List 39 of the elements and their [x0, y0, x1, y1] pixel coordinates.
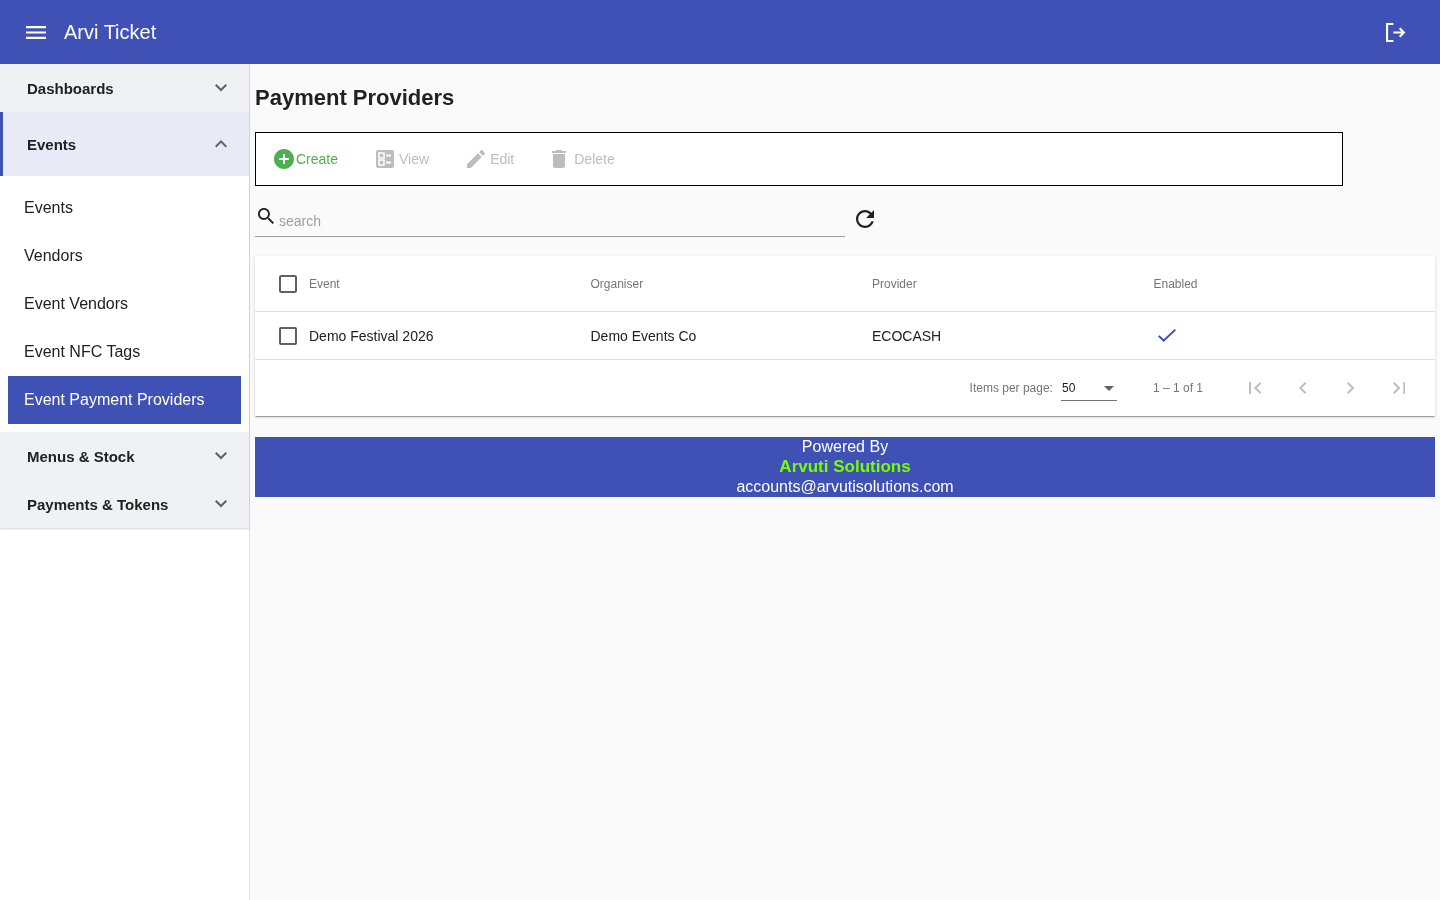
chevron-up-icon — [215, 140, 227, 148]
chevron-down-icon — [215, 500, 227, 508]
sidebar-item[interactable]: Vendors — [8, 232, 241, 280]
email-text: accounts@arvutisolutions.com — [736, 477, 954, 497]
chevron-down-icon — [215, 84, 227, 92]
table-cell: ECOCASH — [872, 327, 942, 344]
sidebar-group-header[interactable]: Menus & Stock — [0, 432, 249, 480]
sidebar-group-header[interactable]: Payments & Tokens — [0, 480, 249, 528]
items-per-page-label: Items per page: — [969, 381, 1053, 395]
company-name: Arvuti Solutions — [779, 457, 911, 477]
logout-icon[interactable] — [1386, 22, 1406, 42]
page-title: Payment Providers — [255, 84, 455, 112]
trash-icon — [552, 150, 567, 168]
refresh-icon[interactable] — [856, 209, 874, 228]
sidebar-item[interactable]: Events — [8, 184, 241, 232]
column-header[interactable]: Enabled — [1153, 276, 1198, 291]
chevron-down-icon — [215, 452, 227, 460]
list-view-icon — [376, 150, 395, 168]
table-cell: Demo Festival 2026 — [309, 327, 434, 344]
sidebar-item[interactable]: Event Vendors — [8, 280, 241, 328]
sidebar-group-header[interactable]: Events — [0, 112, 249, 176]
menu-icon[interactable] — [26, 25, 46, 39]
app-title: Arvi Ticket — [64, 20, 157, 44]
column-header[interactable]: Organiser — [590, 276, 644, 291]
search-icon — [258, 208, 274, 224]
column-header[interactable]: Provider — [872, 276, 917, 291]
page-range-text: 1 – 1 of 1 — [1152, 381, 1203, 395]
column-header[interactable]: Event — [309, 276, 340, 291]
sidebar-item[interactable]: Event NFC Tags — [8, 328, 241, 376]
table-cell: Demo Events Co — [590, 327, 697, 344]
sidebar-group-header[interactable]: Dashboards — [0, 64, 249, 112]
powered-by-text: Powered By — [801, 437, 889, 457]
checkbox[interactable] — [279, 326, 297, 345]
checkbox[interactable] — [279, 274, 297, 293]
sidebar-item[interactable]: Event Payment Providers — [8, 376, 241, 424]
search-field[interactable]: search — [255, 200, 845, 237]
caret-down-icon — [1103, 385, 1114, 391]
pencil-icon — [467, 150, 486, 168]
page-size-select[interactable]: 50 — [1060, 377, 1117, 401]
